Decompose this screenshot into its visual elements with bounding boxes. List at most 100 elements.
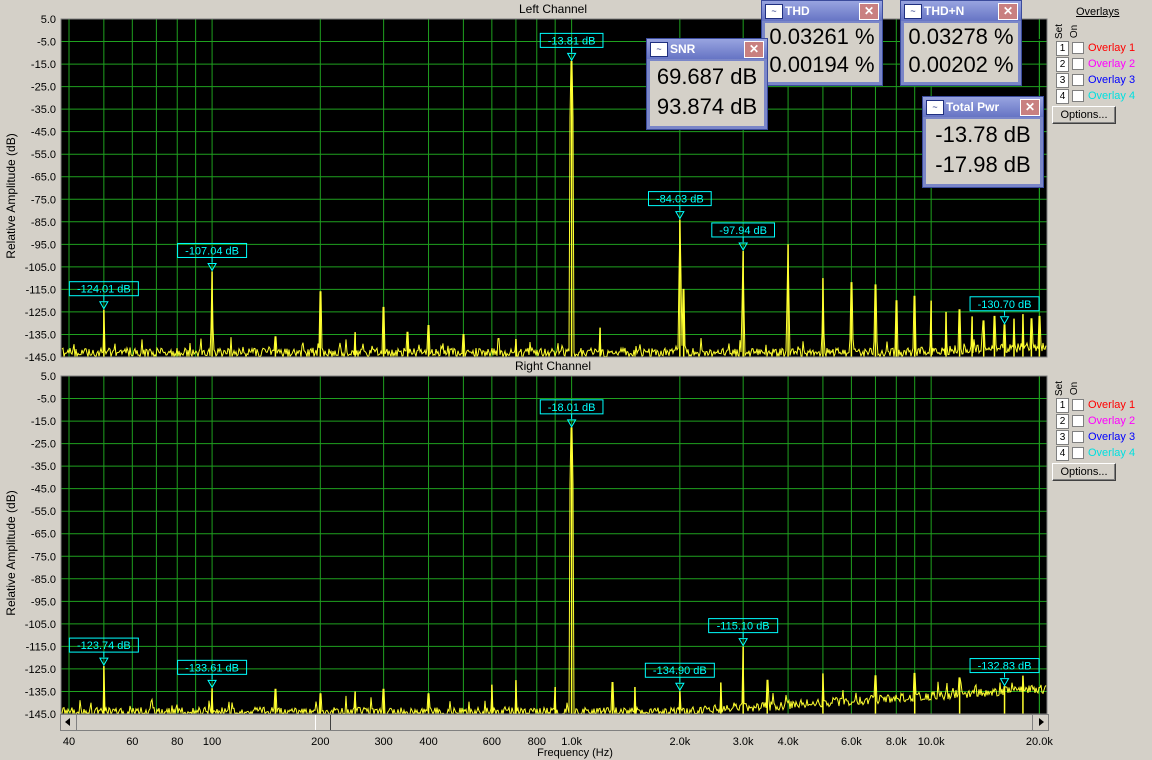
on-label-2: On [1069, 381, 1081, 396]
overlay-label-2: Overlay 2 [1088, 58, 1136, 70]
overlay-set-button-3[interactable]: 3 [1056, 430, 1069, 445]
total-power-title: Total Pwr [946, 100, 1000, 114]
y-tick-label: -65.0 [31, 529, 56, 541]
marker-label: -130.70 dB [978, 299, 1032, 311]
overlay-on-checkbox-3[interactable] [1072, 431, 1084, 443]
scroll-thumb[interactable] [315, 715, 331, 730]
marker-label: -134.90 dB [653, 665, 707, 677]
overlay-set-button-2[interactable]: 2 [1056, 414, 1069, 429]
snr-meter[interactable]: ~ SNR ✕ 69.687 dB 93.874 dB [646, 38, 768, 130]
marker-label: -133.61 dB [185, 662, 239, 674]
thdn-meter[interactable]: ~ THD+N ✕ 0.03278 % 0.00202 % [900, 0, 1022, 86]
y-tick-label: -55.0 [31, 149, 56, 161]
right-channel-title: Right Channel [515, 359, 591, 373]
x-axis-label: Frequency (Hz) [537, 747, 613, 759]
set-on-header-left: Set On [1054, 18, 1084, 42]
thd-values: 0.03261 % 0.00194 % [765, 23, 879, 82]
left-y-axis-label: Relative Amplitude (dB) [4, 133, 18, 258]
overlay-row-2: 2 Overlay 2 [1054, 57, 1152, 72]
y-tick-label: -25.0 [31, 82, 56, 94]
scroll-right-button[interactable] [1032, 715, 1048, 730]
overlay-set-button-2[interactable]: 2 [1056, 57, 1069, 72]
overlay-row-4: 4 Overlay 4 [1054, 89, 1152, 104]
x-tick-label: 10.0k [918, 736, 945, 748]
snr-value-left: 69.687 dB [656, 64, 758, 89]
y-tick-label: -95.0 [31, 596, 56, 608]
x-tick-label: 6.0k [841, 736, 862, 748]
x-tick-label: 600 [483, 736, 501, 748]
thd-title: THD [785, 4, 810, 18]
overlay-on-checkbox-2[interactable] [1072, 58, 1084, 70]
x-tick-label: 60 [126, 736, 138, 748]
set-label-2: Set [1054, 380, 1066, 397]
y-tick-label: -25.0 [31, 439, 56, 451]
y-tick-label: -125.0 [25, 307, 56, 319]
overlay-row-1: 1 Overlay 1 [1054, 398, 1152, 413]
horizontal-scrollbar[interactable] [60, 714, 1049, 731]
y-tick-label: 5.0 [41, 371, 56, 383]
x-tick-label: 200 [311, 736, 329, 748]
set-on-header-right: Set On [1054, 375, 1084, 399]
x-tick-label: 20.0k [1026, 736, 1053, 748]
x-tick-label: 2.0k [669, 736, 690, 748]
options-button-right[interactable]: Options... [1052, 463, 1116, 481]
scroll-left-button[interactable] [61, 715, 77, 730]
marker-label: -13.81 dB [548, 35, 596, 47]
set-label: Set [1054, 23, 1066, 40]
thd-meter[interactable]: ~ THD ✕ 0.03261 % 0.00194 % [761, 0, 883, 86]
close-icon[interactable]: ✕ [1020, 99, 1040, 116]
overlay-label-3: Overlay 3 [1088, 431, 1136, 443]
marker-label: -123.74 dB [77, 640, 131, 652]
options-button-left[interactable]: Options... [1052, 106, 1116, 124]
y-tick-label: -135.0 [25, 329, 56, 341]
overlay-row-1: 1 Overlay 1 [1054, 41, 1152, 56]
y-tick-label: -45.0 [31, 484, 56, 496]
y-tick-label: -105.0 [25, 619, 56, 631]
overlay-set-button-1[interactable]: 1 [1056, 398, 1069, 413]
overlay-on-checkbox-2[interactable] [1072, 415, 1084, 427]
y-tick-label: -105.0 [25, 262, 56, 274]
x-tick-label: 800 [528, 736, 546, 748]
thd-title-bar[interactable]: ~ THD ✕ [762, 1, 882, 21]
overlay-set-button-3[interactable]: 3 [1056, 73, 1069, 88]
overlay-on-checkbox-4[interactable] [1072, 447, 1084, 459]
sine-wave-icon[interactable] [1022, 24, 1048, 44]
overlay-on-checkbox-3[interactable] [1072, 74, 1084, 86]
snr-title-bar[interactable]: ~ SNR ✕ [647, 39, 767, 59]
x-tick-label: 300 [374, 736, 392, 748]
x-tick-label: 80 [171, 736, 183, 748]
overlay-label-4: Overlay 4 [1088, 90, 1136, 102]
thd-value-right: 0.00194 % [769, 52, 875, 77]
overlay-on-checkbox-1[interactable] [1072, 42, 1084, 54]
thdn-title-bar[interactable]: ~ THD+N ✕ [901, 1, 1021, 21]
overlay-set-button-4[interactable]: 4 [1056, 446, 1069, 461]
marker-label: -124.01 dB [77, 284, 131, 296]
x-tick-label: 100 [203, 736, 221, 748]
meter-icon: ~ [650, 42, 668, 57]
y-tick-label: -135.0 [25, 686, 56, 698]
overlay-set-button-1[interactable]: 1 [1056, 41, 1069, 56]
close-icon[interactable]: ✕ [998, 3, 1018, 20]
overlay-label-4: Overlay 4 [1088, 447, 1136, 459]
x-tick-label: 1.0k [561, 736, 582, 748]
total-power-meter[interactable]: ~ Total Pwr ✕ -13.78 dB -17.98 dB [922, 96, 1044, 188]
meter-icon: ~ [765, 4, 783, 19]
thdn-values: 0.03278 % 0.00202 % [904, 23, 1018, 82]
total-power-title-bar[interactable]: ~ Total Pwr ✕ [923, 97, 1043, 117]
overlay-on-checkbox-4[interactable] [1072, 90, 1084, 102]
y-tick-label: -115.0 [26, 641, 56, 653]
close-icon[interactable]: ✕ [744, 41, 764, 58]
overlay-set-button-4[interactable]: 4 [1056, 89, 1069, 104]
x-tick-label: 4.0k [778, 736, 799, 748]
y-tick-label: -75.0 [31, 551, 56, 563]
x-tick-label: 40 [63, 736, 75, 748]
y-tick-label: -35.0 [31, 461, 56, 473]
left-arrow-icon [65, 718, 70, 726]
overlay-on-checkbox-1[interactable] [1072, 399, 1084, 411]
y-tick-label: -75.0 [31, 194, 56, 206]
overlay-row-3: 3 Overlay 3 [1054, 430, 1152, 445]
marker-label: -84.03 dB [656, 194, 704, 206]
overlay-label-2: Overlay 2 [1088, 415, 1136, 427]
left-channel-plot: 5.0 -5.0 -15.0 -25.0 -35.0 -45.0 -55.0 -65.0 -75… [25, 14, 1048, 364]
close-icon[interactable]: ✕ [859, 3, 879, 20]
